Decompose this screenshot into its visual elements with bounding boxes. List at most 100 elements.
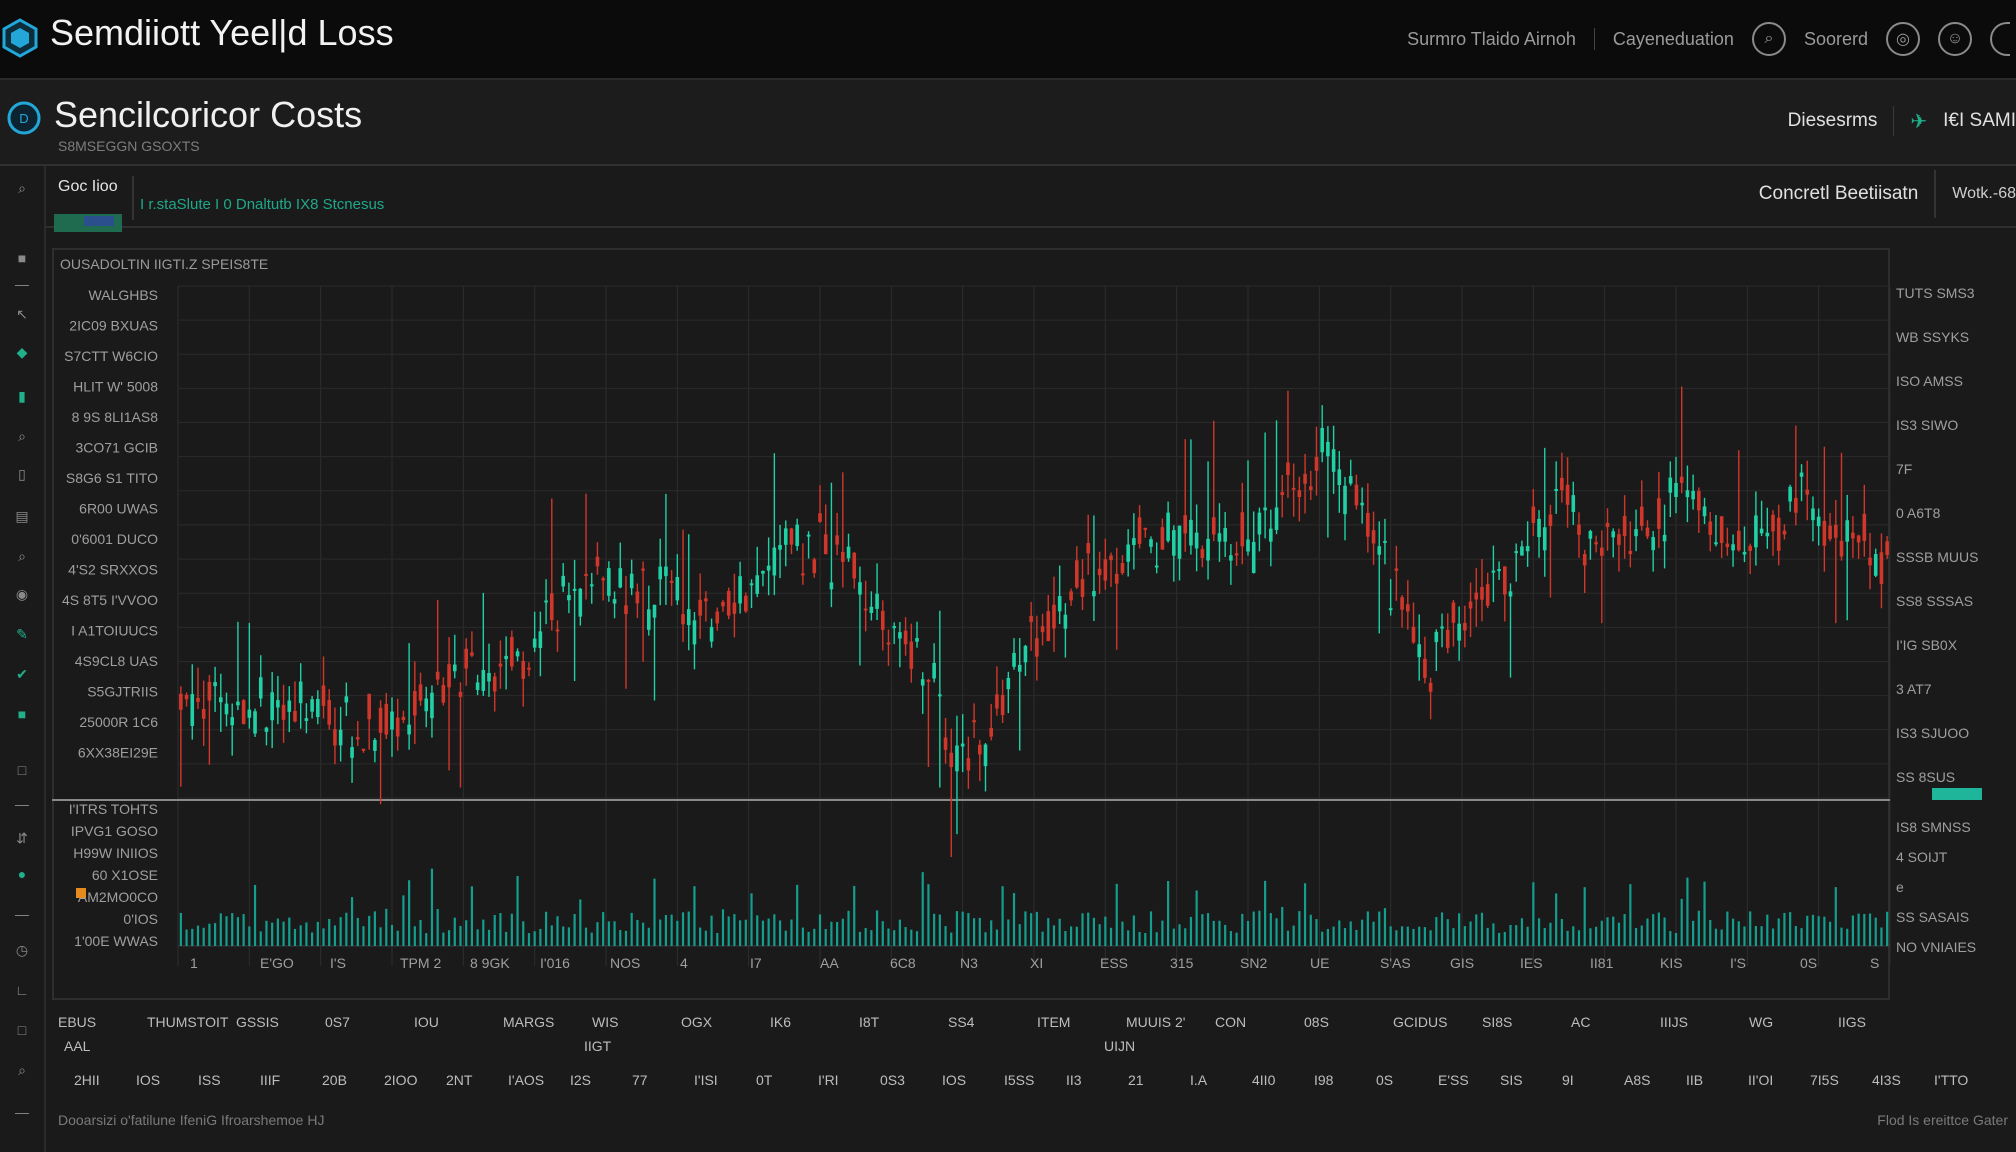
chart-grid bbox=[52, 285, 1891, 966]
candle-body bbox=[1468, 601, 1473, 609]
x-tick-label: 6C8 bbox=[890, 955, 916, 971]
x-tick-label: UE bbox=[1310, 955, 1329, 971]
table-cell: 4II0 bbox=[1252, 1072, 1276, 1088]
candle-body bbox=[1645, 527, 1650, 537]
y-tick-label-right: 3 AT7 bbox=[1896, 681, 1932, 697]
candle-body bbox=[236, 701, 240, 706]
x-tick-label: 1 bbox=[190, 955, 198, 971]
candle-body bbox=[298, 681, 303, 704]
candle-body bbox=[1485, 584, 1490, 606]
candle-body bbox=[977, 744, 982, 755]
candle-body bbox=[413, 691, 417, 716]
candle-body bbox=[1177, 525, 1182, 559]
candle-body bbox=[869, 606, 874, 613]
candle-body bbox=[829, 582, 834, 590]
candle-body bbox=[1611, 531, 1616, 538]
candle-body bbox=[1211, 517, 1216, 535]
candle-body bbox=[1069, 591, 1073, 601]
candle-body bbox=[1508, 591, 1513, 597]
candle-body bbox=[1280, 492, 1285, 496]
candle-body bbox=[835, 535, 839, 545]
y-tick-label-right: IS3 SJUOO bbox=[1896, 725, 1969, 741]
candle-body bbox=[1109, 555, 1113, 561]
volume-tick-label-right: NO VNIAIES bbox=[1896, 939, 1976, 955]
candle-body bbox=[1343, 485, 1347, 515]
table-cell: 21 bbox=[1128, 1072, 1144, 1088]
candle-body bbox=[1725, 543, 1730, 548]
x-tick-label: I'016 bbox=[540, 955, 570, 971]
volume-tick-label-right: SS SASAIS bbox=[1896, 909, 1969, 925]
candle-body bbox=[561, 575, 565, 587]
candle-body bbox=[658, 566, 663, 580]
candle-body bbox=[618, 568, 623, 588]
candle-body bbox=[1771, 514, 1775, 532]
candle-body bbox=[1628, 550, 1633, 555]
candle-body bbox=[1035, 638, 1039, 657]
candle-body bbox=[1303, 473, 1307, 484]
candle-body bbox=[1246, 539, 1250, 552]
table-cell: GCIDUS bbox=[1393, 1014, 1448, 1030]
candle-body bbox=[1206, 538, 1210, 561]
candle-body bbox=[344, 696, 349, 703]
candle-body bbox=[1394, 568, 1399, 571]
table-cell: I'AOS bbox=[508, 1072, 545, 1088]
candle-body bbox=[1668, 477, 1673, 493]
table-cell: ISS bbox=[198, 1072, 221, 1088]
candle-body bbox=[1400, 597, 1404, 610]
table-cell: II'OI bbox=[1748, 1072, 1774, 1088]
candle-body bbox=[1052, 604, 1056, 629]
candle-body bbox=[1229, 555, 1233, 561]
candle-body bbox=[841, 551, 845, 562]
candle-body bbox=[521, 660, 526, 679]
candle-body bbox=[1337, 469, 1342, 486]
candle-body bbox=[492, 676, 497, 692]
table-cell: MUUIS 2' bbox=[1126, 1014, 1186, 1030]
table-cell: I'ISI bbox=[694, 1072, 718, 1088]
candle-body bbox=[955, 745, 959, 772]
candle-body bbox=[350, 747, 354, 758]
table-cell: WIS bbox=[592, 1014, 619, 1030]
candle-body bbox=[1308, 486, 1313, 491]
candle-body bbox=[504, 655, 508, 660]
candle-body bbox=[224, 703, 229, 715]
candle-body bbox=[726, 590, 731, 616]
candle-body bbox=[572, 588, 577, 591]
candle-body bbox=[1046, 611, 1051, 642]
candle-body bbox=[1434, 631, 1439, 643]
candle-body bbox=[1548, 514, 1553, 527]
candle-body bbox=[1497, 569, 1501, 572]
candle-body bbox=[983, 744, 988, 767]
candle-body bbox=[1120, 563, 1125, 574]
candle-body bbox=[1240, 512, 1245, 547]
y-tick-label-right: SS8 SSSAS bbox=[1896, 593, 1973, 609]
candle-body bbox=[395, 717, 400, 737]
candle-body bbox=[1525, 546, 1530, 552]
candle-body bbox=[1326, 441, 1330, 457]
candle-body bbox=[1217, 533, 1222, 542]
candle-body bbox=[470, 652, 474, 656]
chart-svg[interactable]: WALGHBS 2IC09 BXUAS S7CTT W6CIO HLIT W' 500… bbox=[0, 0, 2016, 1152]
candle-body bbox=[744, 595, 748, 612]
candle-body bbox=[1759, 528, 1764, 534]
x-tick-label: ESS bbox=[1100, 955, 1128, 971]
volume-tick-label-left: 1'00E WWAS bbox=[74, 933, 158, 949]
candle-body bbox=[915, 638, 919, 642]
candle-body bbox=[641, 568, 645, 571]
candle-body bbox=[903, 630, 908, 645]
x-tick-label: AA bbox=[820, 955, 839, 971]
candle-body bbox=[1029, 615, 1033, 622]
table-cell: IIB bbox=[1686, 1072, 1704, 1088]
candle-body bbox=[1086, 543, 1091, 554]
y-tick-label-right: TUTS SMS3 bbox=[1896, 285, 1975, 301]
candle-body bbox=[1428, 682, 1433, 692]
candle-body bbox=[1788, 486, 1792, 502]
table-cell: IIGS bbox=[1838, 1014, 1867, 1030]
x-tick-label: II81 bbox=[1590, 955, 1614, 971]
candle-body bbox=[1080, 579, 1085, 597]
table-cell: SI8S bbox=[1482, 1014, 1513, 1030]
candle-body bbox=[783, 528, 788, 545]
candle-body bbox=[1097, 568, 1102, 576]
candle-body bbox=[1845, 520, 1849, 542]
candle-body bbox=[943, 737, 948, 750]
table-cell: I.A bbox=[1190, 1072, 1208, 1088]
